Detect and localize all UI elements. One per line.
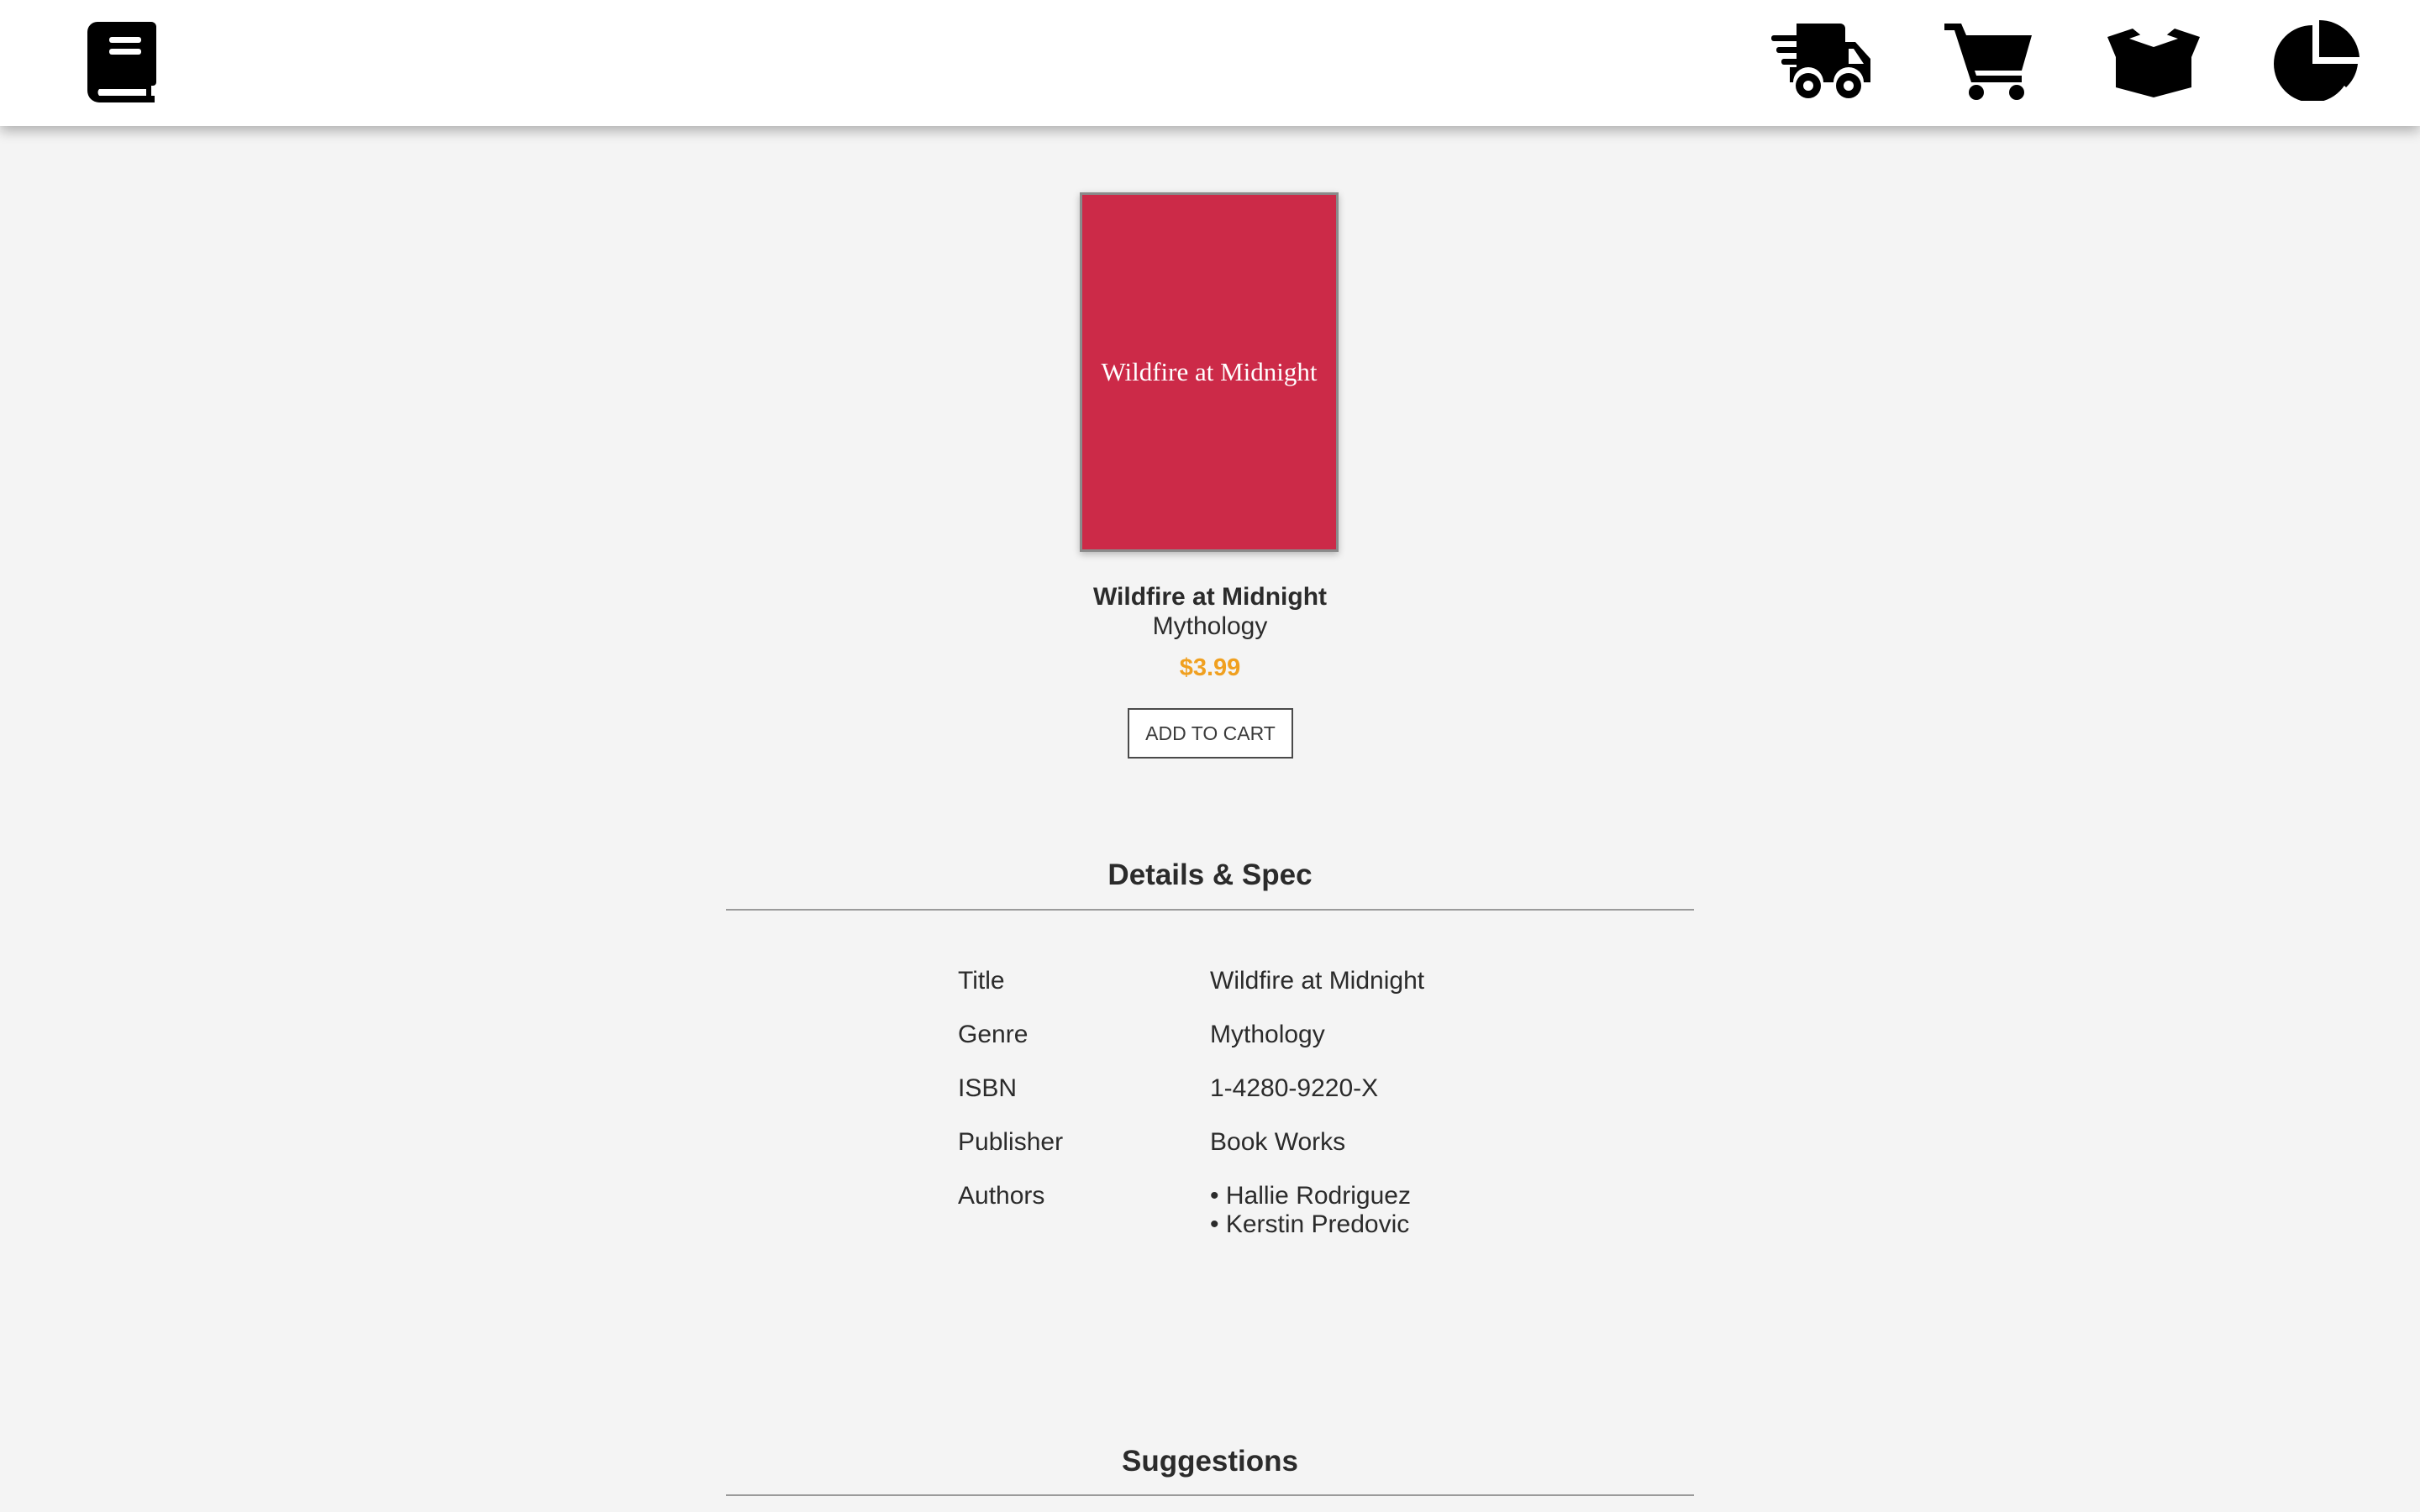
spec-label-genre: Genre [958,1021,1028,1048]
spec-label-isbn: ISBN [958,1074,1018,1102]
book-genre: Mythology [1152,612,1268,640]
spec-value-genre: Mythology [1210,1021,1325,1048]
spec-value-isbn: 1-4280-9220-X [1210,1074,1379,1102]
book-icon[interactable] [87,22,156,102]
author-list-item: • Hallie Rodriguez [1210,1182,1411,1210]
details-divider [726,909,1694,911]
open-box-icon[interactable] [2106,20,2202,101]
shipping-fast-icon[interactable] [1771,20,1872,101]
book-title: Wildfire at Midnight [1092,583,1328,611]
shopping-cart-icon[interactable] [1944,20,2033,101]
spec-label-authors: Authors [958,1182,1045,1210]
spec-value-title: Wildfire at Midnight [1210,967,1425,995]
author-list-item: • Kerstin Predovic [1210,1210,1410,1238]
suggestions-divider [726,1494,1694,1496]
top-navigation-bar [0,0,2420,126]
suggestions-heading: Suggestions [1121,1445,1299,1478]
spec-label-title: Title [958,967,1005,995]
details-heading: Details & Spec [1107,858,1313,891]
spec-value-publisher: Book Works [1210,1128,1346,1156]
book-price: $3.99 [1179,654,1241,681]
add-to-cart-button[interactable]: ADD TO CART [1128,708,1293,759]
pie-chart-icon[interactable] [2274,20,2360,101]
spec-label-publisher: Publisher [958,1128,1064,1156]
book-cover-image[interactable]: Wildfire at Midnight [1080,192,1339,552]
cover-title: Wildfire at Midnight [1101,357,1318,386]
